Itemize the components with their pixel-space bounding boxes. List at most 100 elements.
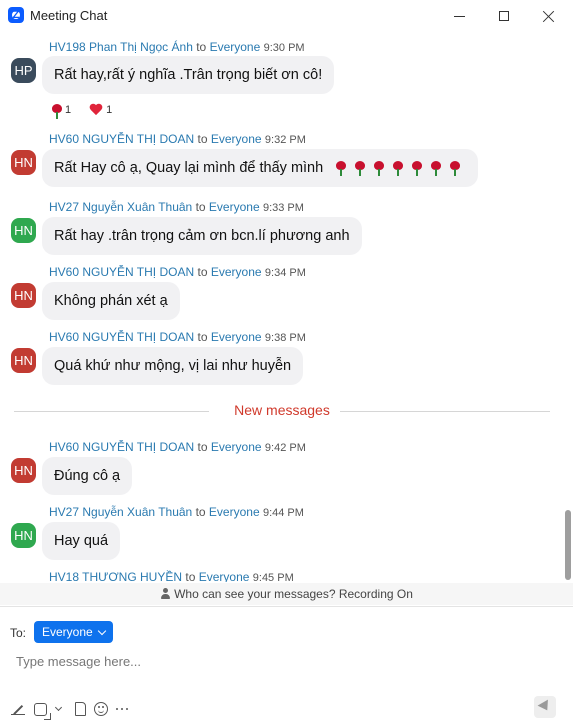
avatar[interactable]: HP <box>11 58 36 83</box>
message-bubble[interactable]: Rất hay .trân trọng cảm ơn bcn.lí phương… <box>42 217 362 255</box>
message-header: HV60 NGUYỄN THỊ DOAN to Everyone 9:38 PM <box>49 330 306 344</box>
rose-icon <box>390 160 406 177</box>
send-button[interactable] <box>534 696 556 718</box>
message-bubble[interactable]: Đúng cô ạ <box>42 457 133 495</box>
message-text: Rất Hay cô ạ, Quay lại mình để thấy mình <box>54 160 324 176</box>
rose-emoji-row <box>333 149 466 187</box>
sender-name[interactable]: HV60 NGUYỄN THỊ DOAN <box>49 440 194 454</box>
minimize-icon <box>453 15 465 17</box>
minimize-button[interactable] <box>436 0 482 32</box>
format-text-icon[interactable] <box>10 701 26 717</box>
sender-name[interactable]: HV18 THƯƠNG HUYỀN <box>49 570 182 582</box>
avatar[interactable]: HN <box>11 218 36 243</box>
composer-toolbar <box>10 699 138 720</box>
sender-name[interactable]: HV60 NGUYỄN THỊ DOAN <box>49 265 194 279</box>
avatar[interactable]: HN <box>11 150 36 175</box>
new-messages-divider: New messages <box>14 402 550 420</box>
message-header: HV27 Nguyễn Xuân Thuân to Everyone 9:33 … <box>49 200 304 214</box>
recipient-name: Everyone <box>210 330 262 344</box>
more-icon[interactable] <box>116 707 130 711</box>
title-bar: Meeting Chat <box>0 0 573 32</box>
message-time: 9:32 PM <box>264 134 306 146</box>
to-word: to <box>197 440 208 454</box>
avatar[interactable]: HN <box>11 523 36 548</box>
message-time: 9:33 PM <box>262 202 304 214</box>
sender-name[interactable]: HV60 NGUYỄN THỊ DOAN <box>49 330 194 344</box>
avatar[interactable]: HN <box>11 283 36 308</box>
recipient-dropdown-label: Everyone <box>42 625 93 639</box>
message-bubble[interactable]: Rất hay,rất ý nghĩa .Trân trọng biết ơn … <box>42 56 335 94</box>
privacy-bar[interactable]: Who can see your messages? Recording On <box>0 583 573 605</box>
to-word: to <box>185 570 196 582</box>
recipient-name: Everyone <box>198 570 250 582</box>
sender-name[interactable]: HV60 NGUYỄN THỊ DOAN <box>49 132 194 146</box>
sender-name[interactable]: HV27 Nguyễn Xuân Thuân <box>49 200 192 214</box>
message-bubble[interactable]: Không phán xét ạ <box>42 282 180 320</box>
zoom-logo-icon <box>8 7 24 23</box>
emoji-icon[interactable] <box>94 702 108 716</box>
message-header: HV18 THƯƠNG HUYỀN to Everyone 9:45 PM <box>49 570 294 582</box>
file-icon[interactable] <box>75 702 86 716</box>
rose-icon <box>371 160 387 177</box>
person-icon <box>160 588 171 600</box>
sender-name[interactable]: HV27 Nguyễn Xuân Thuân <box>49 505 192 519</box>
maximize-icon <box>499 11 509 21</box>
to-word: to <box>196 40 207 54</box>
scroll-thumb[interactable] <box>565 510 571 580</box>
message-time: 9:30 PM <box>263 42 305 54</box>
rose-icon[interactable] <box>49 103 63 119</box>
message-header: HV60 NGUYỄN THỊ DOAN to Everyone 9:42 PM <box>49 440 306 454</box>
sender-name[interactable]: HV198 Phan Thị Ngọc Ánh <box>49 40 193 54</box>
message-header: HV60 NGUYỄN THỊ DOAN to Everyone 9:32 PM <box>49 132 306 146</box>
reactions: 1 1 <box>49 102 113 119</box>
to-label: To: <box>10 626 27 640</box>
close-icon <box>543 10 555 22</box>
reaction-count: 1 <box>65 104 72 116</box>
to-word: to <box>197 330 208 344</box>
window-title: Meeting Chat <box>30 8 108 23</box>
recipient-name: Everyone <box>209 40 261 54</box>
chat-message-list[interactable]: HV198 Phan Thị Ngọc Ánh to Everyone 9:30… <box>0 32 573 582</box>
chevron-down-icon <box>97 626 106 635</box>
rose-icon <box>333 160 349 177</box>
message-input[interactable] <box>10 649 550 673</box>
screenshot-icon[interactable] <box>34 702 51 720</box>
message-bubble[interactable]: Rất Hay cô ạ, Quay lại mình để thấy mình <box>42 149 479 187</box>
recipient-name: Everyone <box>210 265 262 279</box>
avatar[interactable]: HN <box>11 348 36 373</box>
message-time: 9:42 PM <box>264 442 306 454</box>
recipient-name: Everyone <box>208 505 260 519</box>
rose-icon <box>428 160 444 177</box>
divider-line <box>340 411 550 412</box>
avatar[interactable]: HN <box>11 458 36 483</box>
message-header: HV27 Nguyễn Xuân Thuân to Everyone 9:44 … <box>49 505 304 519</box>
chevron-down-icon[interactable] <box>55 705 63 713</box>
recipient-name: Everyone <box>210 132 262 146</box>
to-word: to <box>195 200 206 214</box>
message-time: 9:44 PM <box>262 507 304 519</box>
heart-icon[interactable] <box>89 104 103 116</box>
message-time: 9:34 PM <box>264 267 306 279</box>
message-bubble[interactable]: Quá khứ như mộng, vị lai như huyễn <box>42 347 304 385</box>
maximize-button[interactable] <box>481 0 527 32</box>
message-header: HV60 NGUYỄN THỊ DOAN to Everyone 9:34 PM <box>49 265 306 279</box>
to-word: to <box>195 505 206 519</box>
rose-icon <box>352 160 368 177</box>
rose-icon <box>409 160 425 177</box>
to-word: to <box>197 132 208 146</box>
new-messages-label: New messages <box>234 402 330 418</box>
close-button[interactable] <box>526 0 572 32</box>
message-time: 9:45 PM <box>252 572 294 582</box>
message-time: 9:38 PM <box>264 332 306 344</box>
privacy-text[interactable]: Who can see your messages? Recording On <box>174 587 413 601</box>
chat-scrollbar[interactable] <box>563 32 573 582</box>
to-word: to <box>197 265 208 279</box>
message-composer: To: Everyone <box>0 606 573 728</box>
rose-icon <box>447 160 463 177</box>
reaction-count: 1 <box>106 104 113 116</box>
message-header: HV198 Phan Thị Ngọc Ánh to Everyone 9:30… <box>49 40 305 54</box>
message-bubble[interactable]: Hay quá <box>42 522 121 560</box>
recipient-dropdown[interactable]: Everyone <box>34 621 113 643</box>
recipient-name: Everyone <box>208 200 260 214</box>
recipient-name: Everyone <box>210 440 262 454</box>
